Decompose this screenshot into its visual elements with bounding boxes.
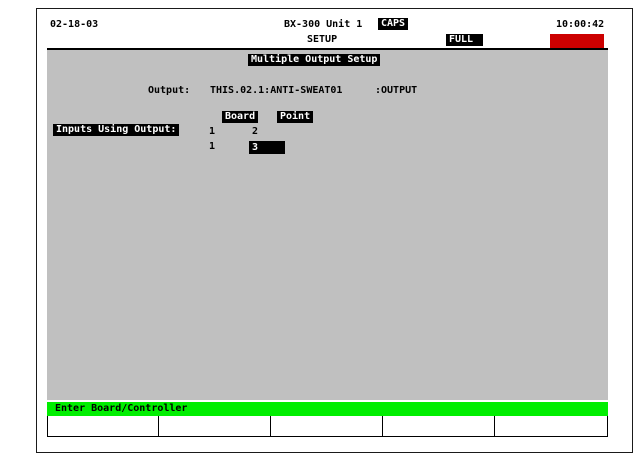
row-1-board[interactable]: 1 xyxy=(209,126,215,138)
header-time: 10:00:42 xyxy=(556,19,605,30)
output-value: THIS.02.1:ANTI-SWEAT01 xyxy=(210,85,343,96)
output-type: :OUTPUT xyxy=(375,85,418,96)
point-input-field[interactable]: 3 xyxy=(249,141,285,154)
column-header-point: Point xyxy=(277,111,314,123)
row-2-board[interactable]: 1 xyxy=(209,141,215,153)
function-key-3[interactable] xyxy=(271,416,383,437)
status-message: Enter Board/Controller xyxy=(55,403,188,414)
header-screen-name: SETUP xyxy=(307,34,338,45)
function-key-bar xyxy=(47,416,608,438)
header-date: 02-18-03 xyxy=(50,19,99,30)
full-badge: FULL xyxy=(446,34,484,46)
row-1-point[interactable]: 2 xyxy=(252,126,258,138)
output-label: Output: xyxy=(148,85,191,96)
caps-badge: CAPS xyxy=(378,18,409,30)
main-panel xyxy=(47,50,608,400)
inputs-using-output-label: Inputs Using Output: xyxy=(53,124,180,136)
function-key-4[interactable] xyxy=(383,416,495,437)
terminal-screen: 02-18-03 BX-300 Unit 1 CAPS 10:00:42 SET… xyxy=(47,17,608,438)
function-key-1[interactable] xyxy=(47,416,159,437)
status-bar: Enter Board/Controller xyxy=(47,402,608,416)
column-header-board: Board xyxy=(222,111,259,123)
function-key-5[interactable] xyxy=(495,416,608,437)
page-title: Multiple Output Setup xyxy=(248,54,381,66)
function-key-2[interactable] xyxy=(159,416,271,437)
header-unit: BX-300 Unit 1 xyxy=(284,19,363,30)
alarm-indicator xyxy=(550,34,604,48)
